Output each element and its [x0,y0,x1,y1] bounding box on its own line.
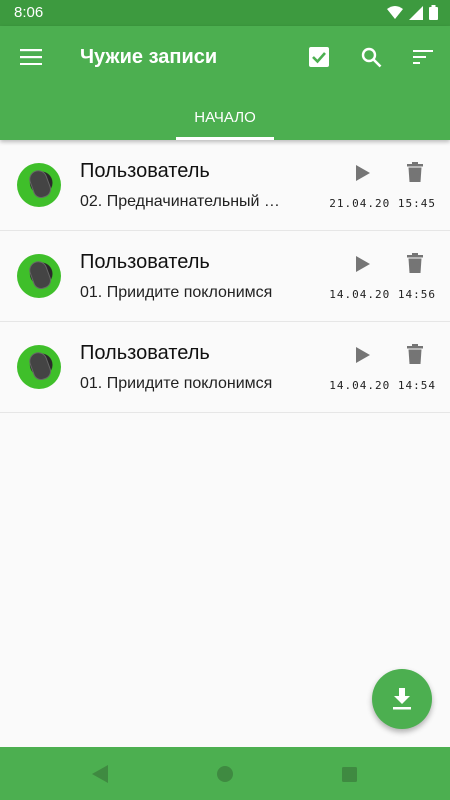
item-subtitle: 01. Приидите поклонимся [80,375,273,392]
records-list: Пользователь 02. Предначинательный … 21.… [0,140,450,413]
item-subtitle: 02. Предначинательный … [80,193,280,210]
status-bar: 8:06 [0,0,450,26]
signal-icon [409,5,423,20]
trash-icon [407,253,423,273]
delete-button[interactable] [398,156,432,188]
home-button[interactable] [210,759,240,789]
status-icons [387,5,438,20]
recents-icon [341,766,357,782]
item-subtitle: 01. Приидите поклонимся [80,284,273,301]
list-item[interactable]: Пользователь 01. Приидите поклонимся 14.… [0,231,450,322]
avatar [17,254,61,298]
search-icon [361,47,381,67]
list-item[interactable]: Пользователь 02. Предначинательный … 21.… [0,140,450,231]
app-title: Чужие записи [80,46,218,68]
play-icon [356,165,370,181]
back-icon [92,765,108,783]
play-button[interactable] [346,158,380,188]
checkbox-checked-icon [309,47,329,67]
play-icon [356,256,370,272]
menu-button[interactable] [10,38,52,76]
status-time: 8:06 [14,4,44,21]
play-button[interactable] [346,249,380,279]
play-icon [356,347,370,363]
download-fab[interactable] [372,669,432,729]
download-icon [393,688,411,710]
trash-icon [407,344,423,364]
tab-label: НАЧАЛО [194,108,256,126]
navigation-bar [0,747,450,800]
item-title: Пользователь [80,160,210,182]
wifi-icon [387,5,403,19]
sort-button[interactable] [403,38,443,76]
list-item[interactable]: Пользователь 01. Приидите поклонимся 14.… [0,322,450,413]
item-datetime: 21.04.20 15:45 [329,197,436,210]
avatar [17,345,61,389]
home-icon [217,766,233,782]
item-datetime: 14.04.20 14:54 [329,379,436,392]
item-datetime: 14.04.20 14:56 [329,288,436,301]
sort-icon [413,50,433,64]
delete-button[interactable] [398,338,432,370]
back-button[interactable] [85,759,115,789]
menu-icon [20,49,42,65]
search-button[interactable] [351,38,391,76]
select-all-button[interactable] [299,38,339,76]
recents-button[interactable] [334,759,364,789]
trash-icon [407,162,423,182]
item-title: Пользователь [80,342,210,364]
avatar [17,163,61,207]
play-button[interactable] [346,340,380,370]
app-bar: Чужие записи НАЧАЛО [0,26,450,140]
delete-button[interactable] [398,247,432,279]
tab-nachalo[interactable]: НАЧАЛО [176,94,274,140]
battery-icon [429,5,438,20]
item-title: Пользователь [80,251,210,273]
